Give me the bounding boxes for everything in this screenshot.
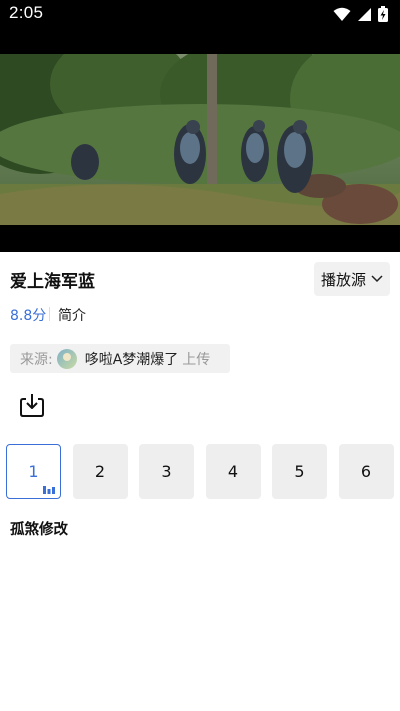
status-icons bbox=[333, 6, 388, 22]
episode-item-1[interactable]: 1 bbox=[6, 444, 61, 499]
episode-number: 6 bbox=[360, 462, 372, 481]
episode-list: 1 2 3 4 5 6 bbox=[6, 444, 400, 499]
upload-label: 上传 bbox=[182, 351, 211, 368]
download-button[interactable] bbox=[18, 391, 46, 419]
uploader-name: 哆啦A梦潮爆了 bbox=[84, 351, 179, 368]
episode-number: 4 bbox=[227, 462, 239, 481]
video-scene-image bbox=[0, 54, 400, 225]
intro-link[interactable]: 简介 bbox=[58, 305, 86, 325]
source-label: 来源: bbox=[20, 351, 53, 368]
episode-number: 2 bbox=[94, 462, 106, 481]
battery-charging-icon bbox=[378, 6, 388, 22]
play-source-label: 播放源 bbox=[320, 270, 366, 289]
video-player[interactable] bbox=[0, 28, 400, 252]
episode-number: 1 bbox=[28, 462, 39, 481]
divider bbox=[49, 307, 50, 321]
avatar bbox=[56, 348, 77, 369]
uploader-chip[interactable]: 来源: 哆啦A梦潮爆了 上传 bbox=[10, 344, 230, 373]
playing-indicator-icon bbox=[43, 486, 55, 494]
show-title: 爱上海军蓝 bbox=[10, 272, 95, 292]
chevron-down-icon bbox=[371, 275, 383, 283]
episode-number: 3 bbox=[161, 462, 172, 481]
episode-item-2[interactable]: 2 bbox=[72, 444, 128, 499]
episode-number: 5 bbox=[294, 462, 305, 481]
signal-icon bbox=[358, 7, 371, 21]
episode-item-4[interactable]: 4 bbox=[205, 444, 261, 499]
play-source-button[interactable]: 播放源 bbox=[314, 262, 390, 296]
video-frame[interactable] bbox=[0, 54, 400, 225]
episode-item-5[interactable]: 5 bbox=[272, 444, 327, 499]
status-time: 2:05 bbox=[9, 3, 44, 22]
download-icon bbox=[20, 394, 44, 417]
score: 8.8分 bbox=[10, 308, 47, 324]
episode-item-6[interactable]: 6 bbox=[338, 444, 394, 499]
comment-author: 孤煞修改 bbox=[10, 522, 68, 538]
status-bar: 2:05 bbox=[0, 0, 400, 28]
episode-item-3[interactable]: 3 bbox=[139, 444, 194, 499]
wifi-icon bbox=[333, 7, 351, 21]
